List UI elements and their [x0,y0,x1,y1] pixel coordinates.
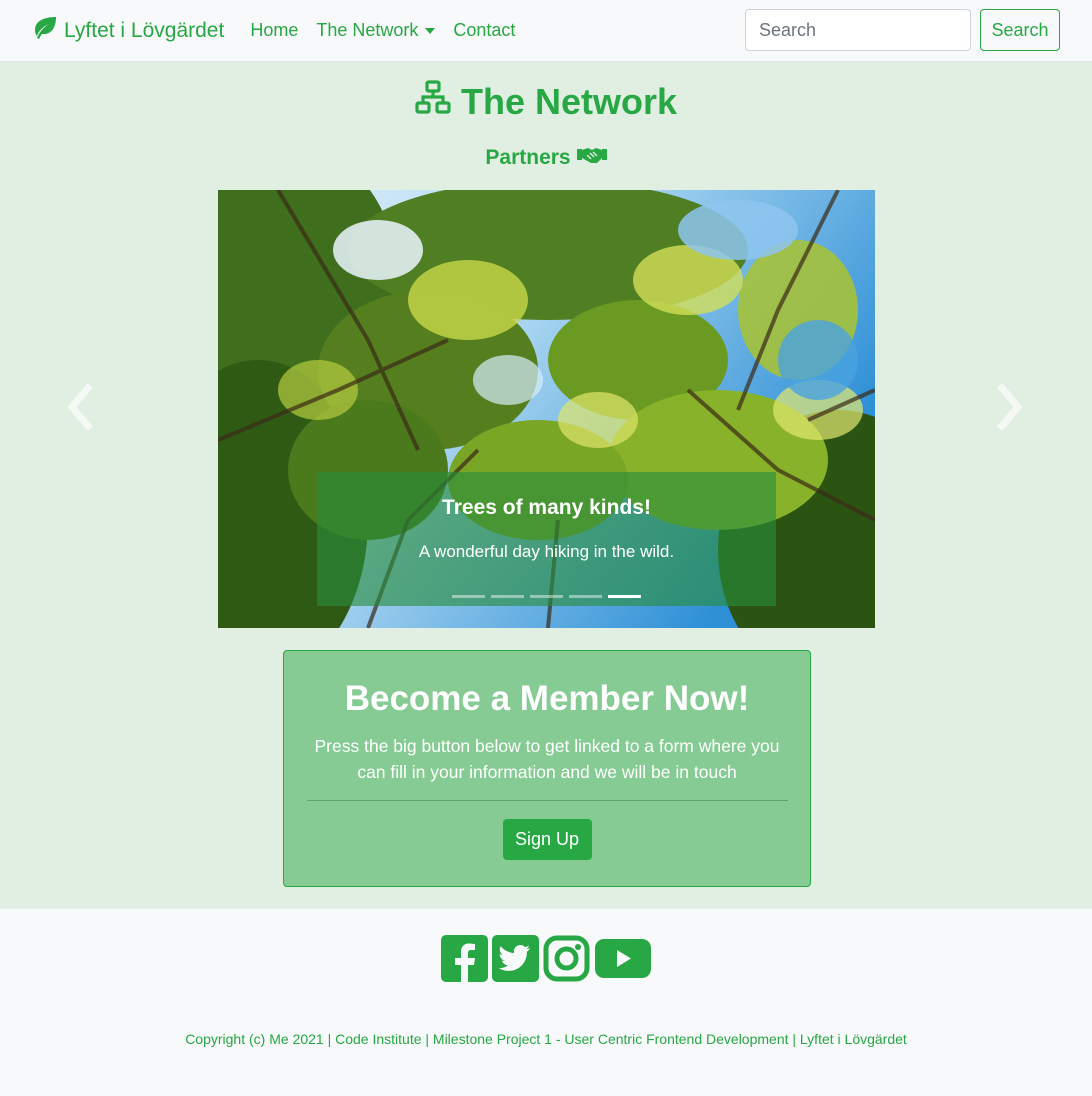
brand-label: Lyftet i Lövgärdet [64,18,225,42]
partners-heading: Partners [0,146,1092,170]
nav-home[interactable]: Home [250,20,298,41]
brand-link[interactable]: Lyftet i Lövgärdet [32,16,224,46]
footer: Copyright (c) Me 2021 | Code Institute |… [0,909,1092,1096]
carousel: Trees of many kinds! A wonderful day hik… [218,190,875,628]
nav-contact[interactable]: Contact [453,20,515,41]
caption-title: Trees of many kinds! [442,496,651,519]
facebook-icon[interactable] [440,935,488,982]
sign-up-button[interactable]: Sign Up [502,819,592,860]
nav-links: Home The Network Contact [250,20,515,41]
chevron-left-icon [67,383,93,431]
navbar: Lyftet i Lövgärdet Home The Network Cont… [0,0,1092,62]
partners-heading-text: Partners [485,146,571,169]
member-text: Press the big button below to get linked… [314,736,780,782]
carousel-indicator[interactable] [491,595,524,598]
main-section: The Network Partners Trees of many kinds… [0,62,1092,909]
nav-the-network-label: The Network [316,20,419,40]
carousel-indicators [317,595,776,598]
chevron-down-icon [425,27,436,34]
search-button[interactable]: Search [980,9,1060,51]
search-form: Search [745,9,1060,51]
leaf-icon [32,16,58,46]
caption-text: A wonderful day hiking in the wild. [418,542,675,561]
youtube-icon[interactable] [594,935,652,982]
copyright-text: Copyright (c) Me 2021 | Code Institute |… [185,1031,907,1047]
carousel-prev-button[interactable] [64,383,94,431]
search-input[interactable] [745,9,971,51]
page-title: The Network [0,80,1092,123]
member-title: Become a Member Now! [344,679,750,718]
carousel-next-button[interactable] [996,383,1026,431]
carousel-caption: Trees of many kinds! A wonderful day hik… [317,472,776,606]
member-card: Become a Member Now! Press the big butto… [283,650,811,887]
page-title-text: The Network [460,80,678,122]
instagram-icon[interactable] [543,935,590,982]
carousel-indicator[interactable] [530,595,563,598]
social-links [0,935,1092,982]
carousel-indicator[interactable] [569,595,602,598]
carousel-indicator-active[interactable] [608,595,641,598]
carousel-indicator[interactable] [452,595,485,598]
network-icon [415,80,451,123]
twitter-icon[interactable] [491,935,539,982]
handshake-icon [576,146,607,170]
nav-the-network-dropdown[interactable]: The Network [316,20,436,41]
chevron-right-icon [997,383,1023,431]
divider [306,800,788,801]
